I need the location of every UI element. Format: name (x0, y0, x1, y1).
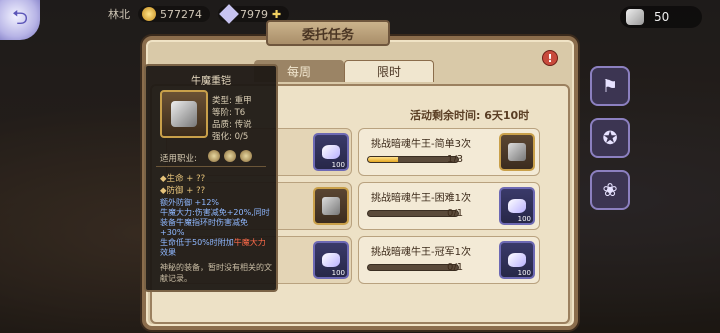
side-banner-button[interactable]: ⚑ (590, 66, 630, 106)
task-progress-text: 1/3 (447, 154, 464, 165)
lotus-icon: ❀ (602, 179, 618, 201)
tab-limited[interactable]: 限时 (344, 60, 434, 82)
item-name: 牛魔重铠 (191, 76, 231, 87)
task-row[interactable]: 挑战暗魂牛王-困难1次 0/1 100 (358, 182, 540, 230)
reward-slot[interactable]: 100 (313, 133, 349, 171)
job-label: 适用职业: (160, 154, 197, 164)
item-icon-frame (160, 90, 208, 138)
crystal-icon (322, 145, 340, 159)
item-tooltip: 牛魔重铠 类型: 重甲 等阶: T6 品质: 传说 强化: 0/5 适用职业: … (144, 64, 278, 292)
stat-defense: ◆防御 + ?? (160, 186, 206, 196)
item-quality: 品质: 传说 (212, 120, 252, 130)
progress-fill (368, 157, 398, 162)
panel-title: 委托任务 (266, 20, 390, 46)
job-icon (224, 150, 236, 162)
reward-slot[interactable]: 100 (499, 187, 535, 225)
task-progress-text: 0/1 (447, 262, 464, 273)
task-row[interactable]: 挑战暗魂牛王-简单3次 1/3 (358, 128, 540, 176)
emblem-icon: ✪ (602, 127, 618, 149)
armor-icon (508, 143, 526, 161)
stat-hp: ◆生命 + ?? (160, 174, 206, 184)
gem-amount: 7979 (240, 7, 268, 21)
crystal-icon (508, 199, 526, 213)
armor-icon (171, 101, 197, 127)
banner-icon: ⚑ (601, 75, 619, 97)
add-gems-button[interactable]: ✚ (272, 8, 281, 21)
stone-resource: 50 (620, 6, 702, 28)
task-progress-bar (367, 210, 459, 217)
effect-extra-defense: 额外防御 +12% (160, 198, 220, 207)
gold-coin-icon (142, 7, 156, 21)
crystal-icon (322, 253, 340, 267)
task-progress-bar (367, 156, 459, 163)
gold-amount: 577274 (160, 7, 202, 21)
job-icon (240, 150, 252, 162)
task-name: 挑战暗魂牛王-冠军1次 (371, 247, 471, 258)
back-button[interactable]: ⮌ (0, 0, 40, 40)
gold-resource: 577274 (138, 6, 210, 22)
resource-bar: 林北 577274 7979 ✚ (108, 4, 290, 24)
task-name: 挑战暗魂牛王-困难1次 (371, 193, 471, 204)
effect-set-bonus: 牛魔大力:伤害减免+20%,同时装备牛魔指环时伤害减免+30% (160, 208, 270, 237)
side-emblem-button[interactable]: ✪ (590, 118, 630, 158)
task-name: 挑战暗魂牛王-简单3次 (371, 139, 471, 150)
reward-slot[interactable]: 100 (499, 241, 535, 279)
reward-slot[interactable]: 100 (313, 241, 349, 279)
task-progress-bar (367, 264, 459, 271)
event-timer: 活动剩余时间: 6天10时 (410, 109, 530, 122)
job-icon (208, 150, 220, 162)
reward-slot[interactable] (499, 133, 535, 171)
stone-icon (626, 9, 644, 25)
item-type: 类型: 重甲 (212, 96, 252, 106)
item-tier: 等阶: T6 (212, 108, 246, 118)
close-button[interactable]: ! (542, 50, 558, 66)
armor-icon (322, 197, 340, 215)
task-row[interactable]: 挑战暗魂牛王-冠军1次 0/1 100 (358, 236, 540, 284)
player-name: 林北 (108, 8, 130, 21)
item-enhance: 强化: 0/5 (212, 132, 249, 142)
gem-icon (219, 4, 239, 24)
stone-amount: 50 (654, 10, 670, 24)
back-arrow-icon: ⮌ (11, 5, 29, 29)
side-lotus-button[interactable]: ❀ (590, 170, 630, 210)
item-description: 神秘的装备，暂时没有相关的文献记录。 (160, 263, 272, 283)
effect-low-hp: 生命低于50%时附加牛魔大力效果 (160, 238, 266, 257)
divider (156, 166, 266, 167)
task-progress-text: 0/1 (447, 208, 464, 219)
reward-slot[interactable] (313, 187, 349, 225)
crystal-icon (508, 253, 526, 267)
